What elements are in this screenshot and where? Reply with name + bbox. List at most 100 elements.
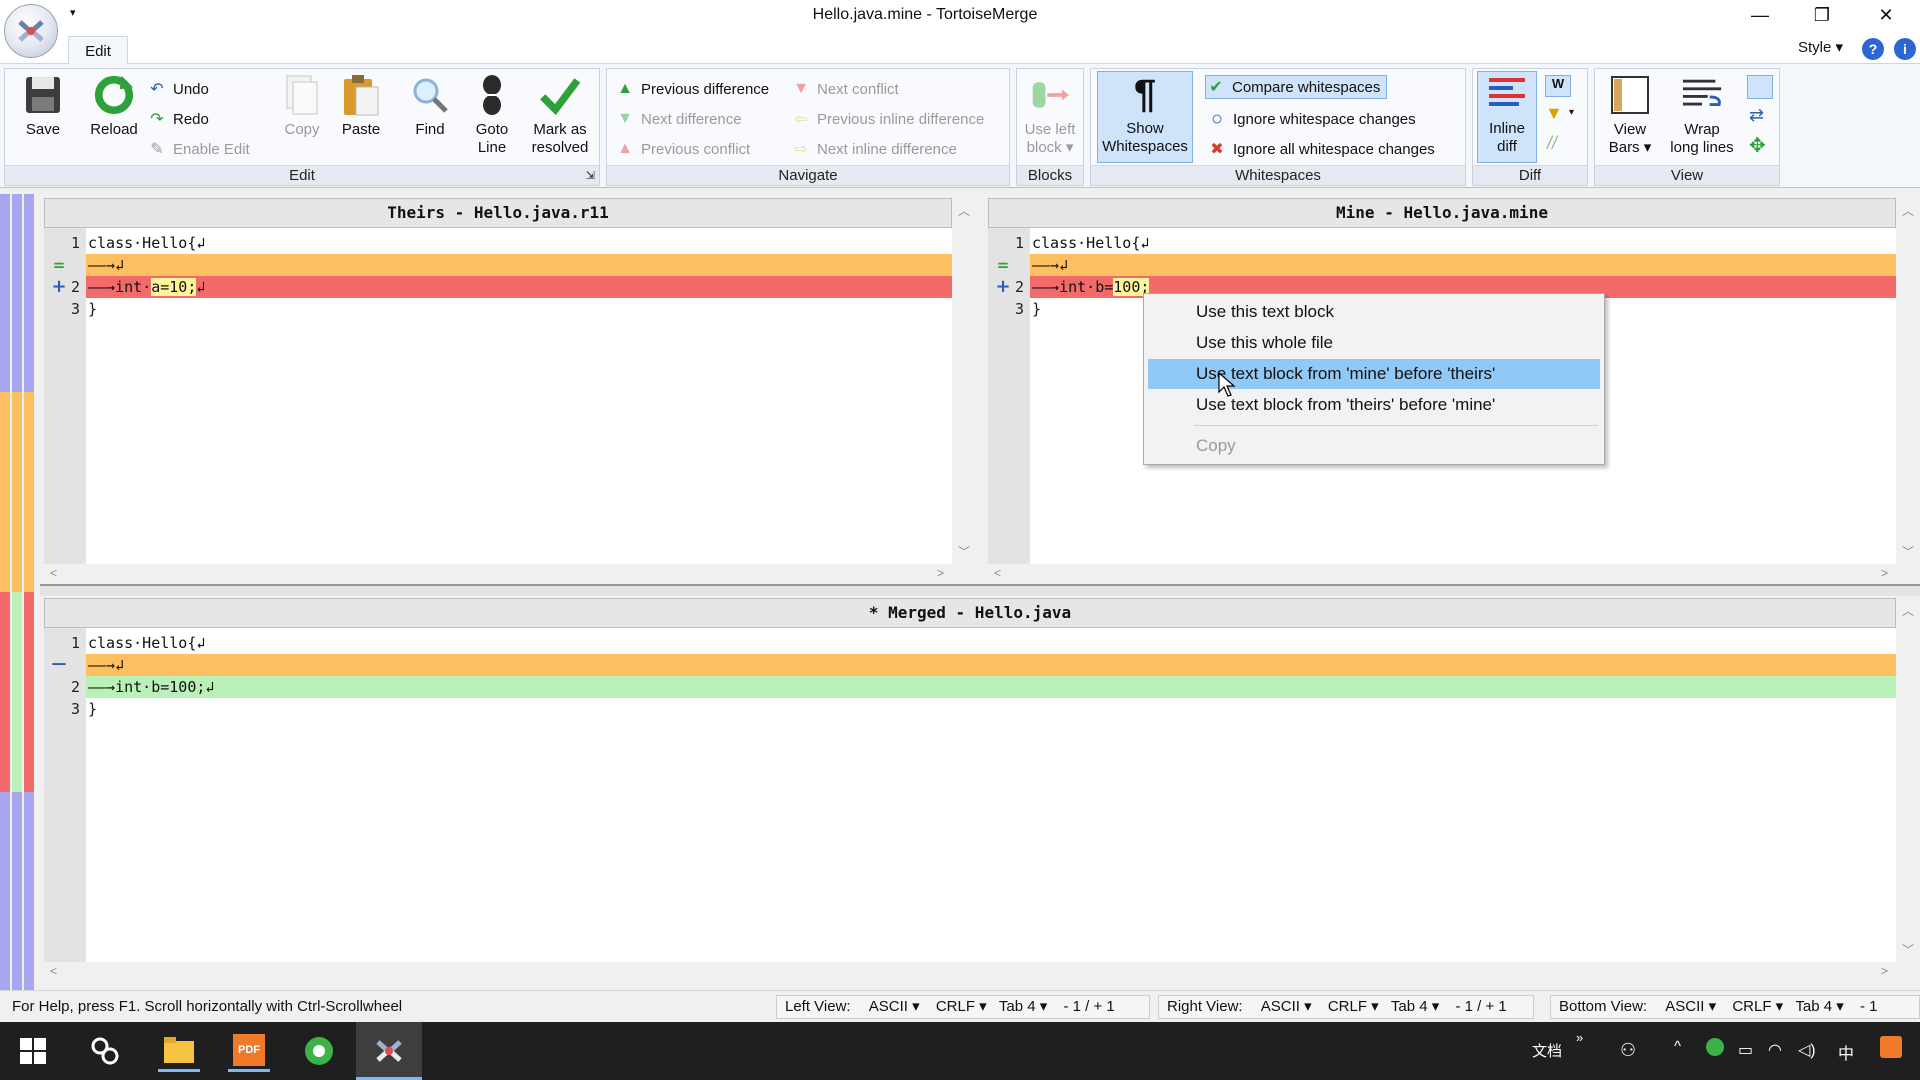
find-button[interactable]: Find — [405, 73, 455, 139]
copy-button[interactable]: Copy — [275, 73, 329, 139]
menu-item-use-this-whole-file[interactable]: Use this whole file — [1148, 328, 1600, 358]
battery-icon[interactable]: ▭ — [1738, 1040, 1753, 1060]
previous-conflict-button[interactable]: ▲ Previous conflict — [615, 137, 750, 161]
use-left-block-button[interactable]: Use left block ▾ — [1019, 73, 1081, 157]
goto-line-button[interactable]: Goto Line — [467, 73, 517, 157]
notification-icon[interactable] — [1880, 1036, 1902, 1062]
swap-icon[interactable]: ⇄ — [1749, 105, 1764, 126]
inline-diff-button[interactable]: Inline diff — [1477, 71, 1537, 163]
merged-pane[interactable]: 1 class·Hello{↲ ——→↲ — ——→int·b=100;↲ 2 … — [44, 628, 1896, 962]
tray-chevron-icon[interactable]: » — [1576, 1030, 1583, 1045]
restore-button[interactable]: ❐ — [1792, 0, 1852, 30]
filter-dropdown-icon[interactable]: ▾ — [1569, 107, 1574, 118]
wifi-icon[interactable]: ◠ — [1768, 1040, 1782, 1060]
bottom-view-encoding[interactable]: ASCII ▾ — [1665, 998, 1716, 1015]
menu-item-use-this-text-block[interactable]: Use this text block — [1148, 297, 1600, 327]
browser-icon[interactable] — [298, 1030, 340, 1072]
pdf-app-icon[interactable]: PDF — [228, 1030, 270, 1072]
file-explorer-icon[interactable] — [158, 1030, 200, 1072]
tab-edit[interactable]: Edit — [68, 36, 128, 65]
view-bars-button[interactable]: View Bars ▾ — [1599, 73, 1661, 157]
mine-horizontal-scrollbar[interactable]: < > — [988, 564, 1898, 582]
group-label-diff: Diff — [1473, 165, 1587, 185]
horizontal-splitter[interactable] — [40, 584, 1920, 596]
show-whitespaces-button[interactable]: ¶ Show Whitespaces — [1097, 71, 1193, 163]
left-view-encoding[interactable]: ASCII ▾ — [869, 998, 920, 1015]
next-conflict-button[interactable]: ▼ Next conflict — [791, 77, 899, 101]
windows-start-icon[interactable] — [12, 1030, 54, 1072]
pencil-icon: ✎ — [150, 141, 164, 158]
vertical-splitter[interactable] — [972, 194, 986, 584]
merged-line-2[interactable]: ——→int·b=100;↲ — [86, 676, 1896, 698]
mine-pane-header: Mine - Hello.java.mine — [988, 198, 1896, 228]
reload-button[interactable]: Reload — [81, 73, 147, 139]
pilcrow-icon: ¶ — [1133, 72, 1157, 116]
left-view-tab[interactable]: Tab 4 ▾ — [999, 998, 1047, 1015]
theirs-vertical-scrollbar[interactable]: ︿ ﹀ — [954, 198, 972, 564]
volume-icon[interactable]: ◁) — [1798, 1040, 1816, 1060]
group-label-view: View — [1595, 165, 1779, 185]
mine-line-1[interactable]: 1 class·Hello{↲ — [988, 232, 1896, 254]
info-icon[interactable]: i — [1894, 38, 1916, 60]
right-view-tab[interactable]: Tab 4 ▾ — [1391, 998, 1439, 1015]
ime-indicator[interactable]: 中 — [1838, 1040, 1854, 1064]
compare-whitespaces-button[interactable]: ✔ Compare whitespaces — [1205, 75, 1388, 99]
right-view-encoding[interactable]: ASCII ▾ — [1261, 998, 1312, 1015]
undo-icon: ↶ — [150, 81, 164, 98]
theirs-line-3[interactable]: 3 } — [44, 298, 952, 320]
undo-button[interactable]: ↶ Undo — [147, 77, 209, 101]
one-pane-icon[interactable] — [1747, 75, 1773, 99]
merged-line-ws[interactable]: ——→↲ — [86, 654, 1896, 676]
redo-button[interactable]: ↷ Redo — [147, 107, 209, 131]
menu-item-copy[interactable]: Copy — [1148, 431, 1600, 461]
paste-button[interactable]: Paste — [333, 73, 389, 139]
merged-line-3[interactable]: 3 } — [44, 698, 1896, 720]
group-view: View Bars ▾ Wrap long lines ⇄ ✥ View — [1594, 68, 1780, 186]
theirs-line-ws[interactable]: ——→↲ — [86, 254, 952, 276]
right-view-eol[interactable]: CRLF ▾ — [1328, 998, 1379, 1015]
minimize-button[interactable]: — — [1730, 0, 1790, 30]
help-icon[interactable]: ? — [1862, 38, 1884, 60]
menu-item-theirs-before-mine[interactable]: Use text block from 'theirs' before 'min… — [1148, 390, 1600, 420]
previous-inline-difference-button[interactable]: ⇦ Previous inline difference — [791, 107, 984, 131]
filter-icon[interactable]: ▼ — [1545, 103, 1563, 124]
app-menu-icon[interactable] — [4, 4, 58, 58]
dialog-launcher-icon[interactable]: ⇲ — [586, 169, 595, 182]
ignore-comments-icon[interactable]: // — [1547, 133, 1557, 154]
collapse-icon[interactable]: ✥ — [1749, 133, 1766, 158]
enable-edit-button[interactable]: ✎ Enable Edit — [147, 137, 249, 161]
theirs-line-1[interactable]: 1 class·Hello{↲ — [44, 232, 952, 254]
theirs-horizontal-scrollbar[interactable]: < > — [44, 564, 954, 582]
menu-item-mine-before-theirs[interactable]: Use text block from 'mine' before 'their… — [1148, 359, 1600, 389]
merged-horizontal-scrollbar[interactable]: < > — [44, 962, 1898, 980]
word-diff-icon[interactable]: W — [1545, 75, 1571, 97]
theirs-line-2[interactable]: ——→int·a=10;↲ — [86, 276, 952, 298]
use-left-block-icon — [1029, 73, 1071, 117]
ignore-all-whitespace-changes-button[interactable]: ✖ Ignore all whitespace changes — [1207, 137, 1435, 161]
bottom-view-tab[interactable]: Tab 4 ▾ — [1795, 998, 1843, 1015]
group-edit: Save Reload ↶ Undo ↷ Redo ✎ Enable Edit Cop… — [4, 68, 600, 186]
merged-vertical-scrollbar[interactable]: ︿ ﹀ — [1898, 598, 1916, 962]
previous-difference-button[interactable]: ▲ Previous difference — [615, 77, 769, 101]
close-button[interactable]: ✕ — [1856, 0, 1916, 30]
group-label-navigate: Navigate — [607, 165, 1009, 185]
merged-line-1[interactable]: 1 class·Hello{↲ — [44, 632, 1896, 654]
task-view-icon[interactable] — [84, 1030, 126, 1072]
ignore-whitespace-changes-button[interactable]: ○ Ignore whitespace changes — [1207, 107, 1416, 131]
mine-vertical-scrollbar[interactable]: ︿ ﹀ — [1898, 198, 1916, 564]
theirs-pane[interactable]: 1 class·Hello{↲ ——→↲ = ——→int·a=10;↲ + 2… — [44, 228, 952, 564]
people-icon[interactable]: ⚇ — [1620, 1040, 1636, 1061]
tortoisemerge-taskbar-button[interactable] — [356, 1022, 422, 1080]
next-inline-difference-button[interactable]: ⇨ Next inline difference — [791, 137, 957, 161]
style-menu[interactable]: Style ▾ — [1798, 38, 1843, 56]
show-hidden-icons[interactable]: ^ — [1674, 1038, 1681, 1055]
tray-text[interactable]: 文档 — [1532, 1040, 1562, 1061]
mine-line-ws[interactable]: ——→↲ — [1030, 254, 1896, 276]
wrap-long-lines-button[interactable]: Wrap long lines — [1663, 73, 1741, 157]
tray-app-icon[interactable] — [1706, 1038, 1724, 1060]
save-button[interactable]: Save — [11, 73, 75, 139]
bottom-view-eol[interactable]: CRLF ▾ — [1732, 998, 1783, 1015]
mark-as-resolved-button[interactable]: Mark as resolved — [525, 73, 595, 157]
next-difference-button[interactable]: ▼ Next difference — [615, 107, 742, 131]
left-view-eol[interactable]: CRLF ▾ — [936, 998, 987, 1015]
